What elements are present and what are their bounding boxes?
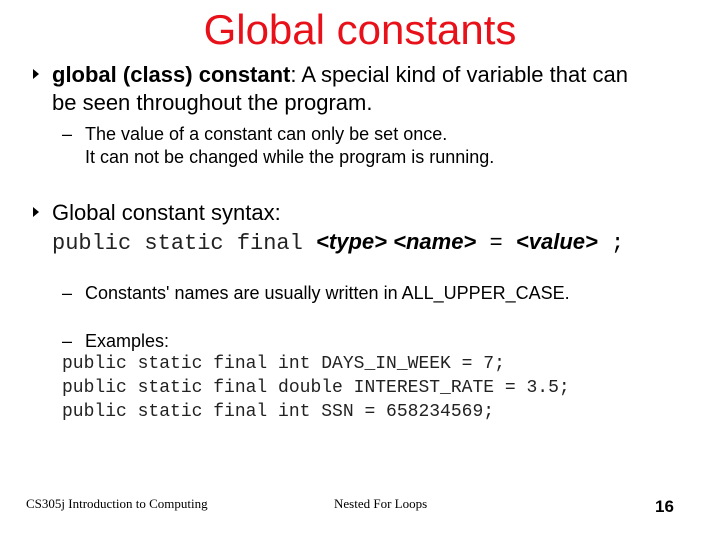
- bullet-1-sub-2: It can not be changed while the program …: [85, 147, 495, 167]
- syntax-semicolon: ;: [597, 231, 625, 256]
- syntax-equals: =: [476, 231, 516, 256]
- syntax-type: <type>: [316, 229, 387, 254]
- bullet-1-line-1: global (class) constant: A special kind …: [52, 61, 628, 89]
- sub-dash: –: [62, 124, 73, 144]
- bullet-1-line-2: be seen throughout the program.: [52, 90, 373, 115]
- bullet-1-sub-1: The value of a constant can only be set …: [85, 124, 448, 144]
- bullet-1-text: : A special kind of variable that can: [290, 62, 628, 87]
- syntax-line: public static final <type> <name> = <val…: [52, 228, 624, 258]
- bullet-2-label: Global constant syntax:: [52, 200, 281, 225]
- bullet-2-sub-1: Constants' names are usually written in …: [85, 283, 570, 303]
- syntax-keywords: public static final: [52, 231, 317, 256]
- bullet-2-sub-2: Examples:: [85, 331, 170, 351]
- footer-topic: Nested For Loops: [334, 496, 428, 511]
- page-number: 16: [655, 497, 674, 516]
- example-line: public static final int DAYS_IN_WEEK = 7…: [62, 354, 505, 374]
- syntax-name: <name>: [393, 229, 477, 254]
- sub-dash: –: [62, 283, 73, 303]
- syntax-value: <value>: [515, 229, 598, 254]
- bullet-triangle-icon: [33, 207, 39, 217]
- bullet-triangle-icon: [33, 69, 39, 79]
- sub-dash: –: [62, 331, 73, 351]
- example-line: public static final int SSN = 658234569;: [62, 402, 495, 422]
- footer-course: CS305j Introduction to Computing: [26, 496, 208, 511]
- example-line: public static final double INTEREST_RATE…: [62, 378, 570, 398]
- bullet-1-term: global (class) constant: [52, 62, 291, 87]
- slide-title: Global constants: [203, 6, 517, 53]
